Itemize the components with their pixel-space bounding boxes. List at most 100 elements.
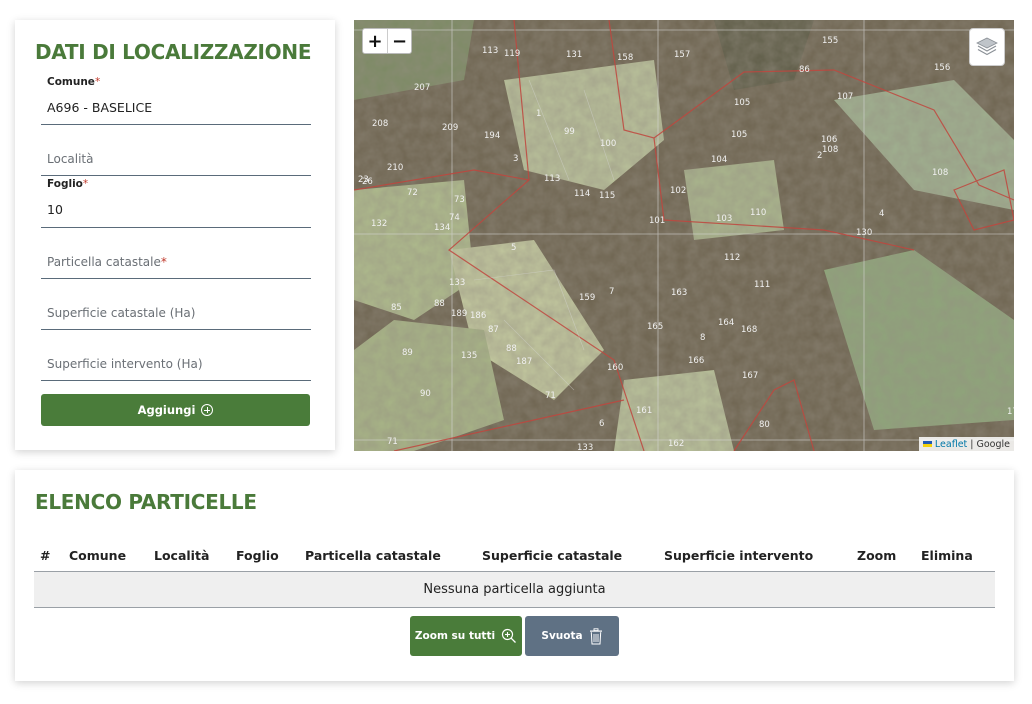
leaflet-link[interactable]: Leaflet [935, 439, 967, 450]
col-elimina: Elimina [921, 548, 973, 563]
parcel-number-label: 6 [599, 419, 604, 429]
parcel-number-label: 72 [407, 188, 418, 198]
parcel-number-label: 80 [759, 420, 770, 430]
parcel-number-label: 210 [387, 163, 403, 173]
col-index: # [40, 548, 51, 563]
parcel-number-label: 115 [599, 191, 615, 201]
parcel-number-label: 160 [607, 363, 623, 373]
layers-icon [976, 37, 998, 56]
empty-row-message: Nessuna particella aggiunta [34, 572, 995, 608]
localita-field[interactable]: Località [41, 144, 311, 176]
parcel-number-label: 170 [1007, 407, 1014, 417]
parcel-number-label: 159 [579, 293, 595, 303]
parcel-number-label: 71 [545, 391, 556, 401]
parcel-number-label: 208 [372, 119, 388, 129]
parcel-number-label: 112 [724, 253, 740, 263]
superficie-catastale-field[interactable]: Superficie catastale (Ha) [41, 298, 311, 330]
parcel-number-label: 114 [574, 189, 590, 199]
parcel-number-label: 132 [371, 219, 387, 229]
parcel-number-label: 194 [484, 131, 500, 141]
layers-button[interactable] [969, 28, 1005, 66]
required-mark: * [82, 178, 89, 190]
parcel-number-label: 166 [688, 356, 704, 366]
parcel-number-label: 7 [609, 287, 614, 297]
satellite-imagery: 113 131 158 15715586 156107105207208 20919419… [354, 20, 1014, 451]
col-foglio: Foglio [236, 548, 279, 563]
col-comune: Comune [69, 548, 127, 563]
parcel-number-label: 103 [716, 214, 732, 224]
parcel-number-label: 168 [741, 325, 757, 335]
parcel-number-label: 3 [513, 154, 518, 164]
parcel-number-label: 110 [750, 208, 766, 218]
zoom-in-button[interactable]: + [363, 29, 387, 53]
localita-placeholder: Località [47, 152, 94, 166]
superficie-intervento-placeholder: Superficie intervento (Ha) [47, 357, 203, 371]
parcel-number-label: 133 [449, 278, 465, 288]
foglio-label: Foglio [47, 178, 83, 190]
parcel-number-label: 158 [617, 53, 633, 63]
particella-field[interactable]: Particella catastale* [41, 247, 311, 279]
parcel-number-label: 189 [451, 309, 467, 319]
parcel-number-label: 90 [420, 389, 431, 399]
parcel-number-label: 161 [636, 406, 652, 416]
location-card: DATI DI LOCALIZZAZIONE Comune* A696 - BA… [15, 20, 335, 450]
col-superficie-intervento: Superficie intervento [664, 548, 814, 563]
cadastral-map[interactable]: 113 131 158 157 155 86 156 107 105 207 208 209 194 1 9… [354, 20, 1014, 451]
zoom-all-label: Zoom su tutti [414, 630, 496, 642]
parcel-number-label: 105 [731, 130, 747, 140]
parcel-number-label: 186 [470, 311, 486, 321]
foglio-field[interactable]: Foglio* 10 [41, 178, 311, 228]
parcel-table: # Comune Località Foglio Particella cata… [34, 542, 995, 608]
add-button[interactable]: Aggiungi [41, 394, 310, 426]
parcel-number-label: 1 [536, 109, 541, 119]
comune-value: A696 - BASELICE [47, 100, 153, 115]
parcel-number-label: 155 [822, 36, 838, 46]
location-card-title: DATI DI LOCALIZZAZIONE [35, 40, 312, 64]
parcel-number-label: 209 [442, 123, 458, 133]
parcel-number-label: 85 [391, 303, 402, 313]
plus-circle-icon [201, 404, 214, 416]
parcel-number-label: 165 [647, 322, 663, 332]
attribution-provider: Google [976, 438, 1010, 450]
parcel-number-label: 164 [718, 318, 734, 328]
superficie-catastale-placeholder: Superficie catastale (Ha) [47, 306, 196, 320]
clear-label: Svuota [541, 630, 583, 642]
parcel-number-label: 106 [821, 135, 837, 145]
col-zoom: Zoom [857, 548, 897, 563]
trash-icon [589, 627, 602, 644]
parcel-number-label: 104 [711, 155, 727, 165]
superficie-intervento-field[interactable]: Superficie intervento (Ha) [41, 349, 311, 381]
col-localita: Località [154, 548, 210, 563]
clear-button[interactable]: Svuota [525, 616, 619, 656]
parcel-number-label: 119 [504, 49, 520, 59]
attribution-separator: | [970, 438, 974, 450]
parcel-number-label: 101 [649, 216, 665, 226]
table-header: # Comune Località Foglio Particella cata… [34, 542, 995, 572]
zoom-out-button[interactable]: − [386, 29, 411, 53]
parcel-number-label: 5 [511, 243, 516, 253]
parcel-number-label: 133 [577, 443, 593, 451]
parcel-number-label: 167 [742, 371, 758, 381]
parcel-number-label: 107 [837, 92, 853, 102]
parcel-number-label: 131 [566, 50, 582, 60]
parcel-number-label: 113 [544, 174, 560, 184]
parcel-number-label: 4 [879, 209, 884, 219]
parcel-list-title: ELENCO PARTICELLE [35, 490, 257, 514]
particella-placeholder: Particella catastale [47, 255, 161, 269]
parcel-number-label: 100 [600, 139, 616, 149]
parcel-number-label: 111 [754, 280, 770, 290]
parcel-number-label: 130 [856, 228, 872, 238]
required-mark: * [94, 76, 101, 88]
parcel-number-label: 8 [700, 333, 705, 343]
add-button-label: Aggiungi [137, 403, 196, 417]
parcel-number-label: 26 [362, 177, 373, 187]
parcel-number-label: 134 [434, 223, 450, 233]
parcel-list-card: ELENCO PARTICELLE # Comune Località Fogl… [15, 470, 1014, 681]
comune-field[interactable]: Comune* A696 - BASELICE [41, 74, 311, 125]
zoom-all-button[interactable]: Zoom su tutti [410, 616, 522, 656]
parcel-number-label: 113 [482, 46, 498, 56]
parcel-number-label: 162 [668, 439, 684, 449]
parcel-number-label: 87 [488, 325, 499, 335]
parcel-number-label: 105 [734, 98, 750, 108]
col-particella: Particella catastale [305, 548, 441, 563]
